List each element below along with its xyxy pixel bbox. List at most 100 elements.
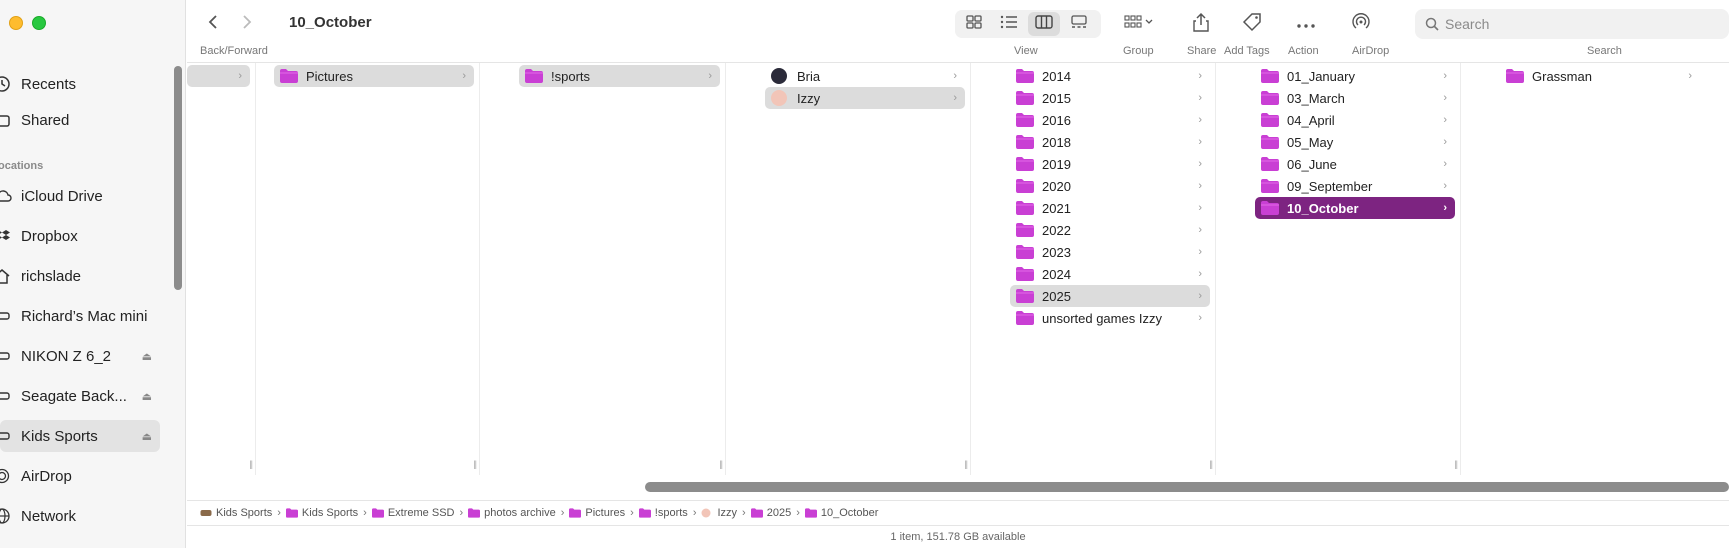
column-view-button[interactable] <box>1028 12 1060 36</box>
column-row-pictures[interactable]: Pictures › <box>274 65 474 87</box>
drive-icon <box>0 345 16 367</box>
share-button[interactable] <box>1187 10 1215 38</box>
column-row[interactable]: 2021 › <box>1010 197 1210 219</box>
sidebar-item-dropbox[interactable]: Dropbox <box>0 220 160 252</box>
path-separator: › <box>796 506 800 519</box>
column-row[interactable]: unsorted games Izzy › <box>1010 307 1210 329</box>
horizontal-scrollbar[interactable] <box>187 482 1729 492</box>
chevron-right-icon: › <box>1198 224 1202 236</box>
column-resize-handle[interactable]: || <box>1209 459 1213 469</box>
column-row[interactable]: 10_October › <box>1255 197 1455 219</box>
row-label: 03_March <box>1287 90 1345 106</box>
column-row[interactable]: 2023 › <box>1010 241 1210 263</box>
column-row[interactable]: 04_April › <box>1255 109 1455 131</box>
path-separator: › <box>630 506 634 519</box>
forward-button[interactable] <box>235 10 259 38</box>
home-icon <box>0 265 16 287</box>
eject-icon[interactable]: ⏏ <box>142 350 152 363</box>
sidebar-item-shared[interactable]: Shared <box>0 104 160 136</box>
path-item[interactable]: 2025 <box>750 507 791 519</box>
folder-icon <box>1016 267 1034 281</box>
column-row[interactable]: 2014 › <box>1010 65 1210 87</box>
action-caption: Action <box>1288 45 1319 57</box>
back-button[interactable] <box>201 10 225 38</box>
column-resize-handle[interactable]: || <box>1454 459 1458 469</box>
sidebar-item-mac-mini[interactable]: Richard’s Mac mini <box>0 300 160 332</box>
column-resize-handle[interactable]: || <box>473 459 477 469</box>
column-row[interactable]: 06_June › <box>1255 153 1455 175</box>
row-label: 2018 <box>1042 134 1071 150</box>
column-row[interactable]: 2016 › <box>1010 109 1210 131</box>
column-resize-handle[interactable]: || <box>964 459 968 469</box>
row-label: 2024 <box>1042 266 1071 282</box>
action-button[interactable] <box>1292 10 1320 38</box>
eject-icon[interactable]: ⏏ <box>142 430 152 443</box>
folder-icon <box>1016 157 1034 171</box>
add-tags-button[interactable] <box>1236 10 1268 38</box>
column-resize-handle[interactable]: || <box>249 459 253 469</box>
sidebar-item-richslade[interactable]: richslade <box>0 260 160 292</box>
column-row-bria[interactable]: Bria › <box>765 65 965 87</box>
sidebar-scrollbar[interactable] <box>174 66 182 290</box>
shared-folder-icon <box>0 109 16 131</box>
path-item[interactable]: Kids Sports <box>285 507 358 519</box>
sidebar-item-seagate[interactable]: Seagate Back... ⏏ <box>0 380 160 412</box>
sidebar-item-airdrop[interactable]: AirDrop <box>0 460 160 492</box>
chevron-right-icon: › <box>238 70 242 82</box>
column-row[interactable]: 05_May › <box>1255 131 1455 153</box>
path-separator: › <box>560 506 565 519</box>
column-row[interactable]: 2015 › <box>1010 87 1210 109</box>
row-label: 2019 <box>1042 156 1071 172</box>
sidebar-item-kids-sports[interactable]: Kids Sports ⏏ <box>0 420 160 452</box>
column-row-izzy[interactable]: Izzy › <box>765 87 965 109</box>
path-item[interactable]: Izzy <box>701 507 737 519</box>
sidebar-item-network[interactable]: Network <box>0 500 160 532</box>
column-row[interactable]: 2024 › <box>1010 263 1210 285</box>
column-resize-handle[interactable]: || <box>719 459 723 469</box>
horizontal-scrollbar-thumb[interactable] <box>645 482 1729 492</box>
column-row[interactable]: › <box>187 65 250 87</box>
sidebar-item-label: Seagate Back... <box>21 387 127 405</box>
column-row[interactable]: 2025 › <box>1010 285 1210 307</box>
eject-icon[interactable]: ⏏ <box>142 390 152 403</box>
chevron-right-icon: › <box>1443 70 1447 82</box>
chevron-right-icon: › <box>1198 246 1202 258</box>
group-button[interactable] <box>1119 10 1159 38</box>
sidebar-item-icloud-drive[interactable]: iCloud Drive <box>0 180 160 212</box>
computer-icon <box>0 305 16 327</box>
chevron-right-icon: › <box>1198 92 1202 104</box>
path-item[interactable]: !sports <box>638 507 688 519</box>
icon-view-button[interactable] <box>958 12 990 36</box>
column-row[interactable]: 01_January › <box>1255 65 1455 87</box>
column-row[interactable]: 2019 › <box>1010 153 1210 175</box>
list-view-button[interactable] <box>993 12 1025 36</box>
sidebar-item-nikon[interactable]: NIKON Z 6_2 ⏏ <box>0 340 160 372</box>
path-item[interactable]: Kids Sports <box>200 507 272 519</box>
chevron-right-icon: › <box>1443 202 1447 214</box>
path-item[interactable]: Pictures <box>569 507 625 519</box>
column-row-grassman[interactable]: Grassman › <box>1500 65 1700 87</box>
sidebar-item-recents[interactable]: Recents <box>0 68 160 100</box>
column-row[interactable]: 2020 › <box>1010 175 1210 197</box>
search-input[interactable] <box>1445 16 1705 32</box>
column-row-sports[interactable]: !sports › <box>519 65 720 87</box>
path-item[interactable]: Extreme SSD <box>371 507 454 519</box>
finder-window: Recents Shared ocations iCloud Drive Dro… <box>0 0 1729 548</box>
search-field[interactable] <box>1415 9 1729 39</box>
column-row[interactable]: 03_March › <box>1255 87 1455 109</box>
column-row[interactable]: 09_September › <box>1255 175 1455 197</box>
chevron-right-icon: › <box>1688 70 1692 82</box>
gallery-view-button[interactable] <box>1063 12 1095 36</box>
share-caption: Share <box>1187 45 1217 57</box>
path-item[interactable]: photos archive <box>468 507 556 519</box>
airdrop-button[interactable] <box>1347 10 1375 38</box>
column-row[interactable]: 2018 › <box>1010 131 1210 153</box>
chevron-right-icon: › <box>1198 70 1202 82</box>
path-item[interactable]: 10_October <box>804 507 878 519</box>
folder-icon <box>1016 135 1034 149</box>
column-browser: › || Pictures › || !sports › || Bria › I… <box>187 63 1729 475</box>
minimize-button[interactable] <box>9 16 23 30</box>
folder-icon <box>285 507 298 518</box>
column-row[interactable]: 2022 › <box>1010 219 1210 241</box>
zoom-button[interactable] <box>32 16 46 30</box>
